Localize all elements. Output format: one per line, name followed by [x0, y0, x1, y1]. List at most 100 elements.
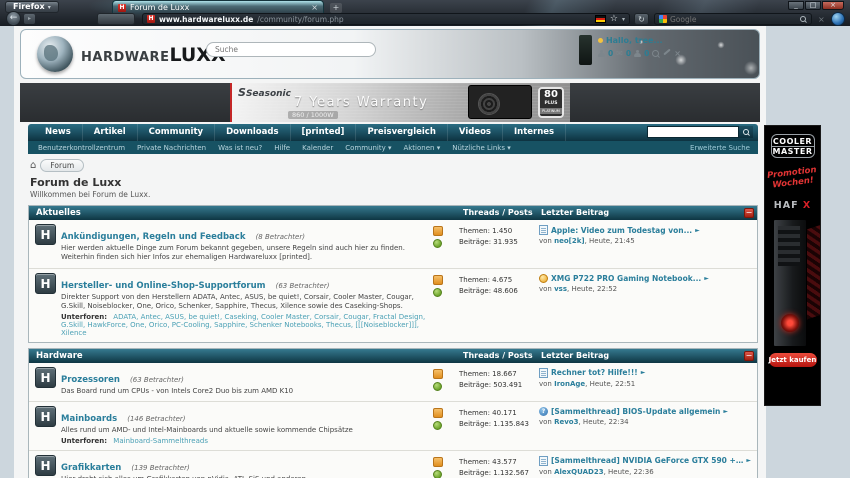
last-post-icon	[539, 273, 548, 283]
close-button[interactable]: ×	[822, 1, 844, 10]
last-post-time: , Heute, 21:45	[584, 237, 635, 245]
seasonic-banner-ad[interactable]: SSeasonic 7 Years Warranty 860 / 1000W 8…	[230, 83, 570, 122]
collapse-category-button[interactable]: −	[744, 350, 754, 361]
post-count: Beiträge: 31.935	[459, 238, 518, 247]
hardwareluxx-wordmark[interactable]: HARDWARELUXX	[81, 44, 226, 66]
friends-icon[interactable]	[634, 50, 642, 57]
forum-status-icon	[433, 421, 442, 431]
subnav-menu-item[interactable]: Community ▾	[339, 144, 397, 152]
nav-menu-item[interactable]: Internes	[503, 124, 567, 141]
post-count: Beiträge: 503.491	[459, 380, 523, 389]
coolermaster-ad[interactable]: COOLER MASTER Promotion Wochen! HAF X Je…	[764, 125, 821, 406]
browser-search-input[interactable]	[670, 14, 797, 24]
search-icon[interactable]	[800, 15, 807, 23]
hardwareluxx-globe-logo-icon[interactable]	[37, 36, 73, 72]
stop-icon[interactable]: ×	[818, 15, 825, 24]
nav-menu-item[interactable]: Downloads	[215, 124, 291, 141]
forum-row: H Hersteller- und Online-Shop-Supportfor…	[29, 267, 757, 342]
last-post-user-link[interactable]: Revo3	[554, 418, 578, 426]
last-post-user-link[interactable]: IronAge	[554, 380, 585, 388]
last-post-user-link[interactable]: vss	[554, 285, 567, 293]
forum-link[interactable]: Ankündigungen, Regeln und Feedback	[61, 232, 245, 242]
chevron-down-icon[interactable]: ▾	[622, 16, 625, 23]
forward-button[interactable]: ▸	[24, 14, 35, 24]
last-post-link[interactable]: [Sammelthread] NVIDIA GeForce GTX 590 + …	[551, 456, 743, 465]
nav-menu-item[interactable]: Videos	[448, 124, 503, 141]
subnav-menu-item[interactable]: Private Nachrichten	[131, 144, 212, 152]
last-post: XMG P722 PRO Gaming Notebook... ► von vs…	[539, 273, 751, 337]
new-tab-button[interactable]: +	[330, 3, 342, 13]
jetzt-kaufen-button[interactable]: Jetzt kaufen	[768, 353, 817, 368]
mail-icon[interactable]: ✉	[616, 50, 623, 58]
forum-search-button[interactable]	[739, 126, 753, 138]
subnav-menu-item[interactable]: Hilfe	[268, 144, 296, 152]
forum-row: H Ankündigungen, Regeln und Feedback (8 …	[29, 220, 757, 268]
forum-description: Das Board rund um CPUs - von Intels Core…	[61, 386, 294, 395]
goto-last-post-icon[interactable]: ►	[723, 408, 728, 415]
nav-menu-item[interactable]: News	[34, 124, 83, 141]
browser-tab[interactable]: H Forum de Luxx ×	[112, 0, 324, 14]
logout-x-icon[interactable]: ×	[674, 49, 681, 58]
last-post-user-link[interactable]: AlexQUAD23	[554, 468, 603, 476]
bookmark-star-icon[interactable]: ☆	[610, 14, 618, 24]
forum-status-icon	[433, 381, 442, 391]
subnav-menu-item[interactable]: Was ist neu?	[212, 144, 268, 152]
forum-row: H Prozessoren (63 Betrachter) Das Board …	[29, 362, 757, 402]
app-orb-icon[interactable]	[831, 12, 845, 26]
breadcrumb-forum[interactable]: Forum	[40, 159, 85, 172]
category-header: Hardware Threads / Posts Letzter Beitrag…	[29, 348, 757, 363]
subnav-menu-item[interactable]: Aktionen ▾	[397, 144, 446, 152]
maximize-button[interactable]: □	[805, 1, 821, 10]
site-search-input[interactable]	[206, 42, 376, 57]
post-count: Beiträge: 48.606	[459, 287, 518, 296]
goto-last-post-icon[interactable]: ►	[641, 369, 646, 376]
subnav-menu-item[interactable]: Benutzerkontrollzentrum	[32, 144, 131, 152]
forum-link[interactable]: Prozessoren	[61, 375, 120, 385]
friend-count: 0	[644, 49, 650, 58]
thread-stats: Themen: 18.667 Beiträge: 503.491	[459, 367, 539, 396]
nav-menu-item[interactable]: [printed]	[291, 124, 357, 141]
visitors-icon[interactable]	[597, 50, 605, 57]
last-post-link[interactable]: Rechner tot? Hilfe!!!	[551, 368, 638, 377]
thread-stats: Themen: 1.450 Beiträge: 31.935	[459, 224, 539, 263]
seasonic-logo: SSeasonic	[238, 86, 291, 99]
thread-status-icon	[433, 274, 443, 285]
nav-menu-item[interactable]: Artikel	[83, 124, 138, 141]
forum-link[interactable]: Grafikkarten	[61, 463, 121, 473]
goto-last-post-icon[interactable]: ►	[695, 227, 700, 234]
subnav-menu-item[interactable]: Kalender	[296, 144, 339, 152]
settings-wrench-icon[interactable]	[663, 48, 672, 55]
last-post-user-link[interactable]: neo[2k]	[554, 237, 584, 245]
tab-close-icon[interactable]: ×	[311, 3, 318, 12]
last-post-link[interactable]: [Sammelthread] BIOS-Update allgemein	[551, 407, 720, 416]
subforum-links[interactable]: Mainboard-Sammelthreads	[113, 437, 208, 445]
reload-button[interactable]: ↻	[634, 13, 649, 25]
home-icon[interactable]: ⌂	[30, 160, 36, 171]
toolbar-extra-button[interactable]	[97, 13, 135, 25]
last-post-link[interactable]: XMG P722 PRO Gaming Notebook...	[551, 274, 701, 283]
back-button[interactable]: ←	[6, 11, 21, 26]
nav-menu-item[interactable]: Preisvergleich	[356, 124, 448, 141]
breadcrumb: ⌂ Forum	[30, 159, 758, 172]
goto-last-post-icon[interactable]: ►	[746, 457, 751, 464]
forum-link[interactable]: Hersteller- und Online-Shop-Supportforum	[61, 281, 266, 291]
minimize-button[interactable]: _	[788, 1, 804, 10]
user-greeting[interactable]: Hallo, tree...	[597, 36, 681, 45]
nav-menu-item[interactable]: Community	[138, 124, 216, 141]
url-host: www.hardwareluxx.de	[159, 14, 254, 24]
forum-search-input[interactable]	[647, 126, 739, 138]
browser-search-bar[interactable]	[654, 13, 812, 25]
collapse-category-button[interactable]: −	[744, 208, 754, 218]
german-flag-icon[interactable]	[594, 15, 606, 23]
banner-accent	[230, 83, 232, 122]
subnav-menu-item[interactable]: Nützliche Links ▾	[446, 144, 517, 152]
forum-link[interactable]: Mainboards	[61, 414, 117, 424]
goto-last-post-icon[interactable]: ►	[704, 275, 709, 282]
advanced-search-link[interactable]: Erweiterte Suche	[690, 144, 750, 152]
avatar[interactable]	[578, 35, 592, 65]
last-post-link[interactable]: Apple: Video zum Todestag von...	[551, 226, 692, 235]
forum-h-icon: H	[35, 366, 56, 388]
url-bar[interactable]: H www.hardwareluxx.de /community/forum.p…	[142, 13, 630, 25]
search-icon[interactable]	[652, 49, 660, 58]
subforum-links[interactable]: ADATA, Antec, ASUS, be quiet!, Caseking,…	[61, 313, 425, 337]
